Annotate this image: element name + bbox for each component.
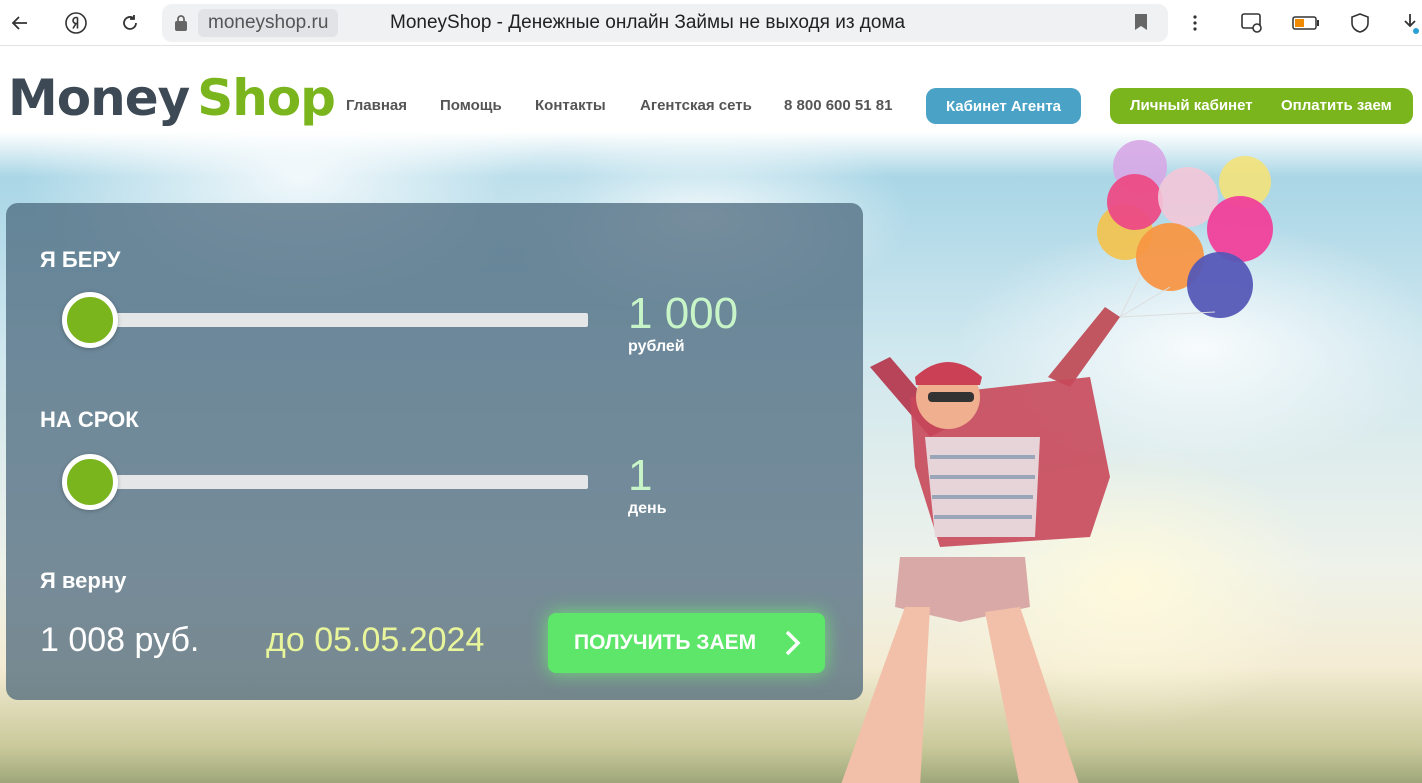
term-slider-handle[interactable] bbox=[62, 454, 118, 510]
hero-image bbox=[841, 140, 1273, 783]
amount-slider-handle[interactable] bbox=[62, 292, 118, 348]
address-bar[interactable]: moneyshop.ru MoneyShop - Денежные онлайн… bbox=[162, 4, 1168, 42]
screenshot-icon[interactable] bbox=[1238, 9, 1266, 37]
menu-dots-icon[interactable] bbox=[1181, 9, 1209, 37]
domain-label[interactable]: moneyshop.ru bbox=[198, 9, 339, 37]
phone-number[interactable]: 8 800 600 51 81 bbox=[784, 97, 892, 114]
shield-icon[interactable] bbox=[1346, 9, 1374, 37]
nav-help[interactable]: Помощь bbox=[440, 97, 502, 114]
amount-label: Я БЕРУ bbox=[40, 247, 121, 272]
logo-money: Money bbox=[8, 69, 190, 127]
repay-label: Я верну bbox=[40, 568, 127, 593]
logo-shop: Shop bbox=[197, 69, 336, 127]
battery-icon[interactable] bbox=[1292, 9, 1320, 37]
download-icon[interactable] bbox=[1396, 9, 1422, 37]
agent-cabinet-button[interactable]: Кабинет Агента bbox=[926, 88, 1081, 124]
tab-title: MoneyShop - Денежные онлайн Займы не вых… bbox=[390, 12, 906, 33]
lock-icon bbox=[175, 15, 187, 31]
amount-slider-track[interactable] bbox=[92, 313, 588, 327]
repay-amount: 1 008 руб. bbox=[40, 621, 200, 659]
nav-contacts[interactable]: Контакты bbox=[535, 97, 606, 114]
get-loan-button[interactable]: ПОЛУЧИТЬ ЗАЕМ bbox=[548, 613, 825, 673]
personal-cabinet-button[interactable]: Личный кабинет bbox=[1130, 97, 1253, 114]
term-slider-track[interactable] bbox=[92, 475, 588, 489]
reload-icon[interactable] bbox=[116, 9, 144, 37]
term-unit: день bbox=[628, 500, 667, 517]
account-button-group: Личный кабинет Оплатить заем bbox=[1110, 88, 1413, 124]
yandex-icon[interactable] bbox=[62, 9, 90, 37]
term-label: НА СРОК bbox=[40, 407, 139, 432]
repay-date: до 05.05.2024 bbox=[266, 621, 485, 659]
loan-calculator: Я БЕРУ 1 000 рублей НА СРОК 1 день Я вер… bbox=[6, 203, 863, 700]
nav-agent-network[interactable]: Агентская сеть bbox=[640, 97, 752, 114]
back-icon[interactable] bbox=[6, 9, 34, 37]
site-logo[interactable]: Money Shop bbox=[8, 69, 336, 127]
bookmark-icon[interactable] bbox=[1134, 13, 1148, 31]
browser-toolbar: moneyshop.ru MoneyShop - Денежные онлайн… bbox=[0, 0, 1422, 46]
nav-home[interactable]: Главная bbox=[346, 97, 407, 114]
pay-loan-button[interactable]: Оплатить заем bbox=[1281, 97, 1392, 114]
chevron-right-icon bbox=[785, 630, 801, 656]
amount-value: 1 000 bbox=[628, 289, 739, 338]
page-content: Money Shop Главная Помощь Контакты Агентс… bbox=[0, 47, 1422, 783]
amount-unit: рублей bbox=[628, 338, 685, 355]
term-value: 1 bbox=[628, 451, 653, 500]
get-loan-label: ПОЛУЧИТЬ ЗАЕМ bbox=[574, 631, 757, 654]
